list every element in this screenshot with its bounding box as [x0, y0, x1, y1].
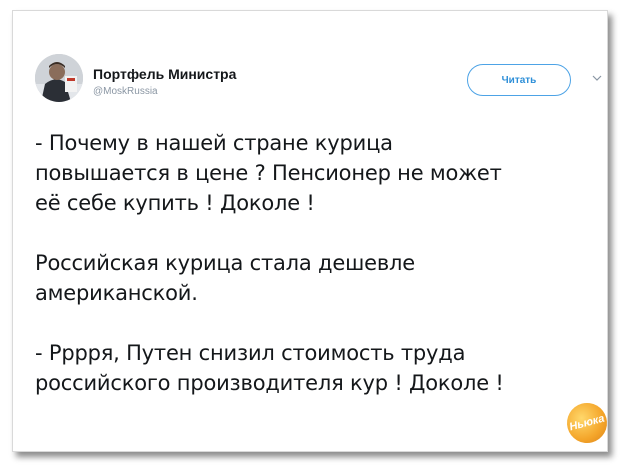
author-handle[interactable]: @MoskRussia — [93, 86, 158, 97]
author-name[interactable]: Портфель Министра — [93, 66, 236, 82]
avatar-image — [35, 54, 83, 102]
tweet-card: Портфель Министра @MoskRussia Читать - П… — [12, 10, 612, 452]
avatar[interactable] — [35, 54, 83, 102]
tweet-paragraph: Российская курица стала дешевле американ… — [35, 251, 415, 305]
tweet-header: Портфель Министра @MoskRussia Читать — [35, 54, 602, 104]
follow-button[interactable]: Читать — [467, 64, 571, 96]
tweet-paragraph: - Рррря, Путен снизил стоимость труда ро… — [35, 341, 504, 395]
tweet-text: - Почему в нашей стране курица повышаетс… — [35, 128, 595, 398]
watermark-logo: Ньюка — [562, 398, 612, 448]
tweet-paragraph: - Почему в нашей стране курица повышаетс… — [35, 131, 502, 215]
chevron-down-icon[interactable] — [591, 72, 603, 84]
